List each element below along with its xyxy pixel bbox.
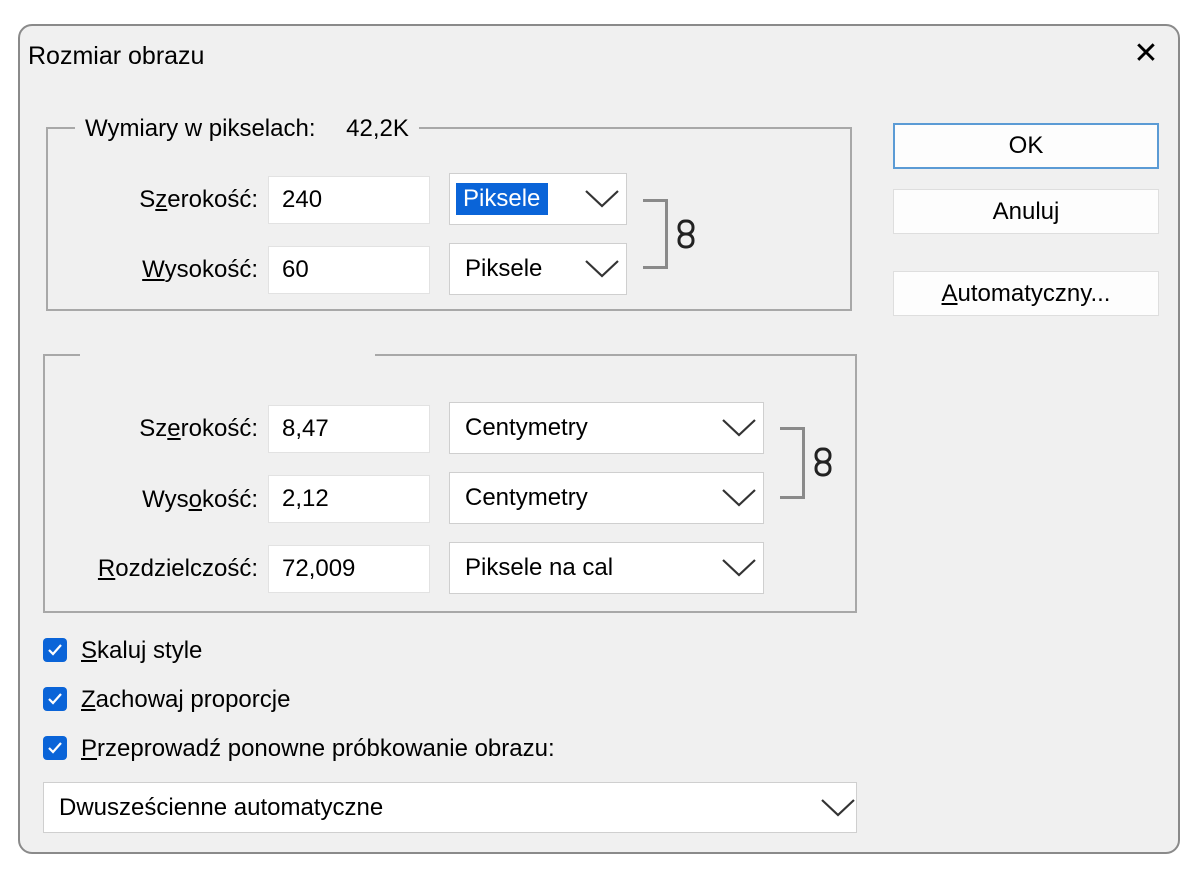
resample-label[interactable]: Przeprowadź ponowne próbkowanie obrazu: — [81, 735, 555, 763]
resample-method-value: Dwusześcienne automatyczne — [59, 793, 384, 821]
doc-height-unit-value: Centymetry — [465, 484, 588, 511]
pixel-width-unit-value: Piksele — [456, 183, 549, 215]
resample-method-select[interactable]: Dwusześcienne automatyczne — [43, 782, 857, 833]
pixel-dimensions-label: Wymiary w pikselach: — [85, 115, 316, 142]
document-size-legend-gap — [80, 348, 375, 362]
pixel-width-label: Szerokość: — [139, 186, 258, 213]
doc-link-bracket — [780, 427, 805, 499]
resolution-input[interactable]: 72,009 — [268, 545, 430, 593]
pixel-height-unit-select[interactable]: Piksele — [449, 243, 627, 295]
resolution-unit-value: Piksele na cal — [465, 554, 614, 581]
pixel-link-bracket — [643, 199, 668, 269]
pixel-width-input[interactable]: 240 — [268, 176, 430, 224]
scale-styles-label[interactable]: Skaluj style — [81, 637, 202, 665]
pixel-height-label: Wysokość: — [142, 256, 258, 283]
chain-link-icon — [677, 219, 695, 249]
resolution-label: Rozdzielczość: — [97, 555, 258, 582]
doc-height-input[interactable]: 2,12 — [268, 475, 430, 523]
scale-styles-checkbox[interactable] — [43, 638, 67, 662]
ok-button[interactable]: OK — [893, 123, 1159, 169]
checkmark-icon — [48, 693, 62, 705]
dialog-title: Rozmiar obrazu — [28, 42, 205, 70]
chain-link-icon — [814, 447, 832, 477]
doc-width-unit-select[interactable]: Centymetry — [449, 402, 764, 454]
chevron-down-icon — [722, 489, 756, 507]
pixel-dimensions-legend: Wymiary w pikselach: 42,2K — [75, 115, 419, 143]
doc-width-label: Szerokość: — [139, 415, 258, 442]
auto-button[interactable]: Automatyczny... — [893, 271, 1159, 316]
pixel-width-unit-select[interactable]: Piksele — [449, 173, 627, 225]
close-icon[interactable]: ✕ — [1128, 36, 1164, 72]
constrain-proportions-checkbox[interactable] — [43, 687, 67, 711]
checkmark-icon — [48, 644, 62, 656]
pixel-height-input[interactable]: 60 — [268, 246, 430, 294]
constrain-proportions-label[interactable]: Zachowaj proporcje — [81, 686, 290, 714]
doc-width-input[interactable]: 8,47 — [268, 405, 430, 453]
doc-height-label: Wysokość: — [142, 486, 258, 513]
doc-height-unit-select[interactable]: Centymetry — [449, 472, 764, 524]
image-size-dialog: Rozmiar obrazu ✕ Wymiary w pikselach: 42… — [18, 24, 1180, 854]
resolution-unit-select[interactable]: Piksele na cal — [449, 542, 764, 594]
chevron-down-icon — [722, 559, 756, 577]
pixel-height-unit-value: Piksele — [465, 255, 543, 282]
cancel-button[interactable]: Anuluj — [893, 189, 1159, 234]
chevron-down-icon — [821, 798, 855, 817]
resample-checkbox[interactable] — [43, 736, 67, 760]
chevron-down-icon — [585, 190, 619, 208]
pixel-dimensions-size: 42,2K — [346, 115, 409, 142]
doc-width-unit-value: Centymetry — [465, 414, 588, 441]
checkmark-icon — [48, 742, 62, 754]
chevron-down-icon — [722, 419, 756, 437]
chevron-down-icon — [585, 260, 619, 278]
